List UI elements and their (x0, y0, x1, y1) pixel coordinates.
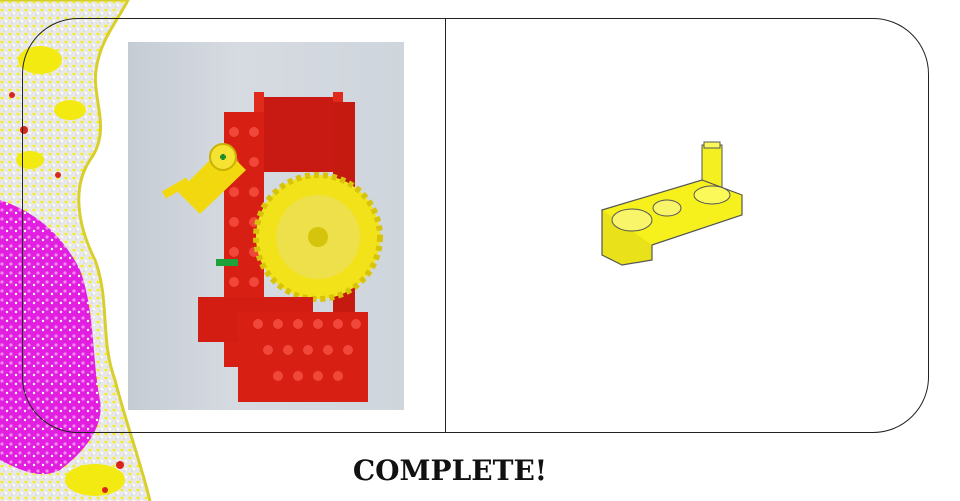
completion-caption: COMPLETE! (352, 454, 548, 487)
gear-assembly-illustration (161, 92, 383, 402)
model-photo (128, 42, 404, 410)
yellow-crank-arm-part-icon (601, 141, 743, 266)
frame-divider (445, 18, 446, 433)
instruction-page: COMPLETE! (0, 0, 960, 501)
